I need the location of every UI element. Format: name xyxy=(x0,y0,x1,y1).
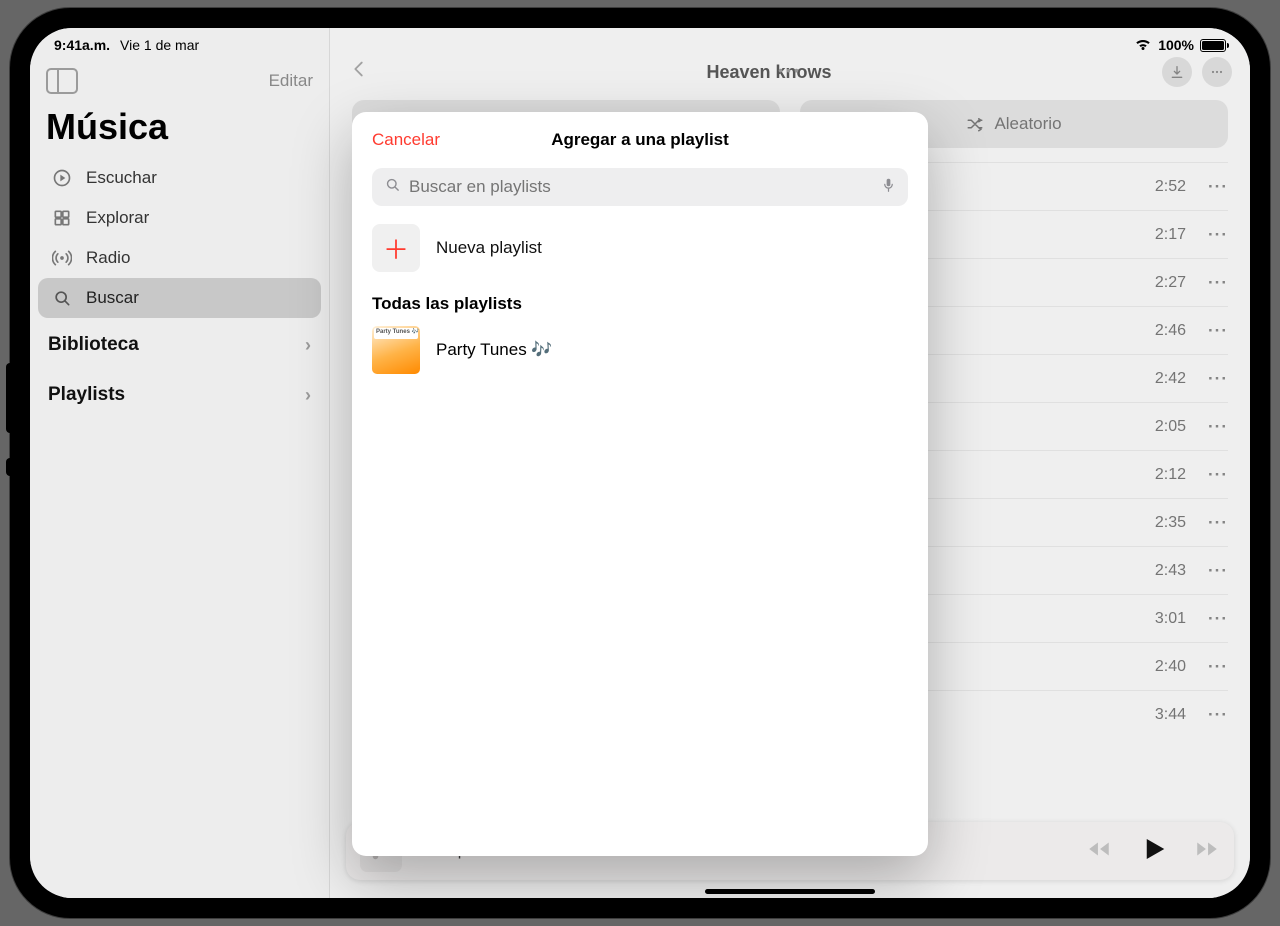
status-bar: 9:41a.m. Vie 1 de mar 100% xyxy=(30,28,1250,56)
all-playlists-header: Todas las playlists xyxy=(352,288,928,322)
new-playlist-button[interactable]: ＋ Nueva playlist xyxy=(352,220,928,288)
chevron-right-icon: › xyxy=(305,385,311,406)
sidebar-item-label: Buscar xyxy=(86,288,139,308)
sidebar-item-radio[interactable]: Radio xyxy=(38,238,321,278)
plus-icon: ＋ xyxy=(372,224,420,272)
radio-icon xyxy=(52,248,72,268)
search-icon xyxy=(52,288,72,308)
wifi-icon xyxy=(1134,37,1152,54)
sidebar-section-playlists[interactable]: Playlists › xyxy=(30,368,329,418)
battery-icon xyxy=(1200,39,1226,52)
sidebar-item-search[interactable]: Buscar xyxy=(38,278,321,318)
rewind-icon[interactable] xyxy=(1086,836,1112,867)
playlist-search-input[interactable] xyxy=(409,177,873,197)
sidebar-item-label: Escuchar xyxy=(86,168,157,188)
forward-icon[interactable] xyxy=(1194,836,1220,867)
status-time: 9:41a.m. xyxy=(54,37,110,53)
sidebar-item-listen[interactable]: Escuchar xyxy=(38,158,321,198)
sheet-header: Cancelar Agregar a una playlist xyxy=(352,112,928,168)
battery-percent: 100% xyxy=(1158,37,1194,53)
ipad-device-frame: Editar Música Escuchar Explorar xyxy=(10,8,1270,918)
sidebar-item-label: Explorar xyxy=(86,208,149,228)
status-date: Vie 1 de mar xyxy=(120,37,199,53)
sidebar-toggle-icon[interactable] xyxy=(46,68,78,94)
playlist-name: Party Tunes 🎶 xyxy=(436,340,553,360)
edit-button[interactable]: Editar xyxy=(269,71,313,91)
sidebar-item-label: Radio xyxy=(86,248,130,268)
grid-icon xyxy=(52,208,72,228)
sidebar: Editar Música Escuchar Explorar xyxy=(30,28,330,898)
playlist-search-field[interactable] xyxy=(372,168,908,206)
side-button xyxy=(6,458,12,476)
chevron-right-icon: › xyxy=(305,335,311,356)
sidebar-section-library[interactable]: Biblioteca › xyxy=(30,318,329,368)
dictation-icon[interactable] xyxy=(881,175,896,200)
sidebar-title: Música xyxy=(30,102,329,158)
playlist-artwork: Party Tunes 🎶 xyxy=(372,326,420,374)
playlist-row[interactable]: Party Tunes 🎶 Party Tunes 🎶 xyxy=(352,322,928,378)
sidebar-item-explore[interactable]: Explorar xyxy=(38,198,321,238)
play-icon[interactable] xyxy=(1138,834,1168,869)
cancel-button[interactable]: Cancelar xyxy=(372,130,440,150)
playlist-art-label: Party Tunes 🎶 xyxy=(376,328,419,335)
screen: Editar Música Escuchar Explorar xyxy=(30,28,1250,898)
volume-button xyxy=(6,363,12,433)
search-icon xyxy=(384,176,401,198)
sidebar-section-label: Playlists xyxy=(48,384,125,406)
new-playlist-label: Nueva playlist xyxy=(436,238,542,258)
add-to-playlist-sheet: Cancelar Agregar a una playlist ＋ Nueva … xyxy=(352,112,928,856)
sidebar-section-label: Biblioteca xyxy=(48,334,139,356)
sheet-title: Agregar a una playlist xyxy=(551,130,729,150)
play-circle-icon xyxy=(52,168,72,188)
home-indicator[interactable] xyxy=(705,889,875,894)
